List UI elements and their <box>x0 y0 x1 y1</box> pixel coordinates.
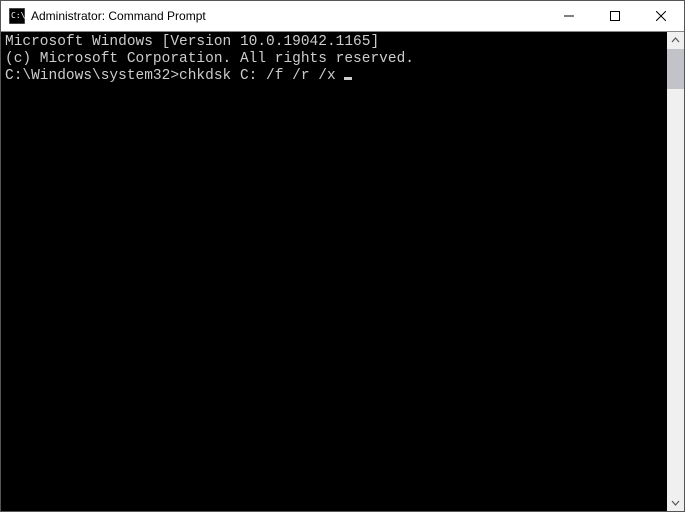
window-title: Administrator: Command Prompt <box>31 9 546 23</box>
maximize-button[interactable] <box>592 1 638 31</box>
text-cursor <box>344 77 352 80</box>
scroll-up-button[interactable] <box>667 32 684 49</box>
minimize-button[interactable] <box>546 1 592 31</box>
client-area: Microsoft Windows [Version 10.0.19042.11… <box>1 31 684 511</box>
svg-text:C:\: C:\ <box>11 11 25 20</box>
output-line: (c) Microsoft Corporation. All rights re… <box>5 51 667 68</box>
vertical-scrollbar[interactable] <box>667 32 684 511</box>
close-button[interactable] <box>638 1 684 31</box>
output-line: Microsoft Windows [Version 10.0.19042.11… <box>5 34 667 51</box>
command-prompt-window: C:\ Administrator: Command Prompt Micros… <box>0 0 685 512</box>
cmd-icon: C:\ <box>9 8 25 24</box>
prompt-path: C:\Windows\system32> <box>5 68 179 84</box>
scroll-down-button[interactable] <box>667 494 684 511</box>
scroll-thumb[interactable] <box>667 49 684 89</box>
prompt-line: C:\Windows\system32>chkdsk C: /f /r /x <box>5 68 667 85</box>
scroll-track[interactable] <box>667 49 684 494</box>
terminal-output[interactable]: Microsoft Windows [Version 10.0.19042.11… <box>1 32 667 511</box>
typed-command: chkdsk C: /f /r /x <box>179 68 344 84</box>
window-controls <box>546 1 684 31</box>
titlebar[interactable]: C:\ Administrator: Command Prompt <box>1 1 684 31</box>
